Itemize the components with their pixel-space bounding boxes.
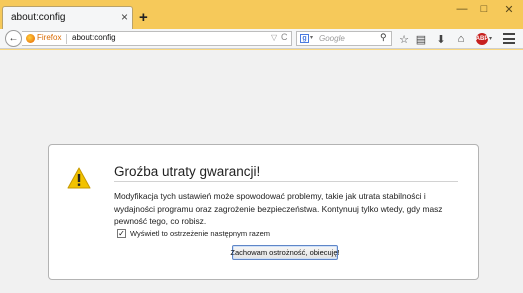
- identity-label[interactable]: Firefox: [37, 33, 61, 42]
- search-input[interactable]: Google: [319, 34, 345, 43]
- url-input[interactable]: about:config: [72, 33, 116, 42]
- adblock-icon[interactable]: ABP: [476, 33, 488, 45]
- download-icon[interactable]: ⬇: [434, 31, 448, 47]
- url-bar[interactable]: Firefox about:config ▽ C: [22, 31, 292, 46]
- close-window-button[interactable]: ✕: [495, 0, 523, 18]
- title-divider: [114, 181, 458, 182]
- tab-about-config[interactable]: about:config ×: [2, 6, 133, 30]
- close-tab-icon[interactable]: ×: [121, 10, 128, 24]
- engine-dropdown-icon[interactable]: ▾: [310, 34, 313, 41]
- accept-risk-button[interactable]: Zachowam ostrożność, obiecuję!: [230, 245, 340, 260]
- url-history-dropdown-icon[interactable]: ▽: [271, 33, 277, 42]
- show-warning-label[interactable]: Wyświetl to ostrzeżenie następnym razem: [130, 229, 270, 238]
- reload-icon[interactable]: C: [281, 32, 288, 42]
- warning-triangle-icon: [67, 167, 91, 189]
- back-button[interactable]: ←: [5, 30, 22, 47]
- bookmark-star-icon[interactable]: ☆: [397, 31, 411, 47]
- navigation-toolbar: ← Firefox about:config ▽ C g ▾ Google ⚲ …: [0, 29, 523, 49]
- title-bar: — □ ✕ about:config × +: [0, 0, 523, 30]
- library-icon[interactable]: ▤: [414, 31, 428, 47]
- warning-title: Groźba utraty gwarancji!: [114, 164, 261, 179]
- page-content: Groźba utraty gwarancji! Modyfikacja tyc…: [0, 50, 523, 293]
- warning-card: Groźba utraty gwarancji! Modyfikacja tyc…: [48, 144, 479, 280]
- google-engine-icon[interactable]: g: [300, 34, 309, 43]
- search-icon[interactable]: ⚲: [380, 32, 387, 43]
- minimize-button[interactable]: —: [451, 0, 473, 18]
- show-warning-row[interactable]: ✓ Wyświetl to ostrzeżenie następnym raze…: [117, 229, 270, 238]
- back-arrow-icon: ←: [8, 33, 19, 44]
- tab-title: about:config: [11, 12, 66, 23]
- maximize-button[interactable]: □: [473, 0, 495, 18]
- show-warning-checkbox[interactable]: ✓: [117, 229, 126, 238]
- adblock-dropdown-icon[interactable]: ▾: [489, 35, 492, 42]
- home-icon[interactable]: ⌂: [454, 31, 468, 47]
- new-tab-button[interactable]: +: [139, 10, 148, 25]
- search-bar[interactable]: g ▾ Google ⚲: [296, 31, 392, 46]
- url-separator: [66, 34, 67, 44]
- hamburger-menu-icon[interactable]: [503, 33, 515, 44]
- firefox-icon: [26, 34, 35, 43]
- warning-description: Modyfikacja tych ustawień może spowodowa…: [114, 191, 443, 226]
